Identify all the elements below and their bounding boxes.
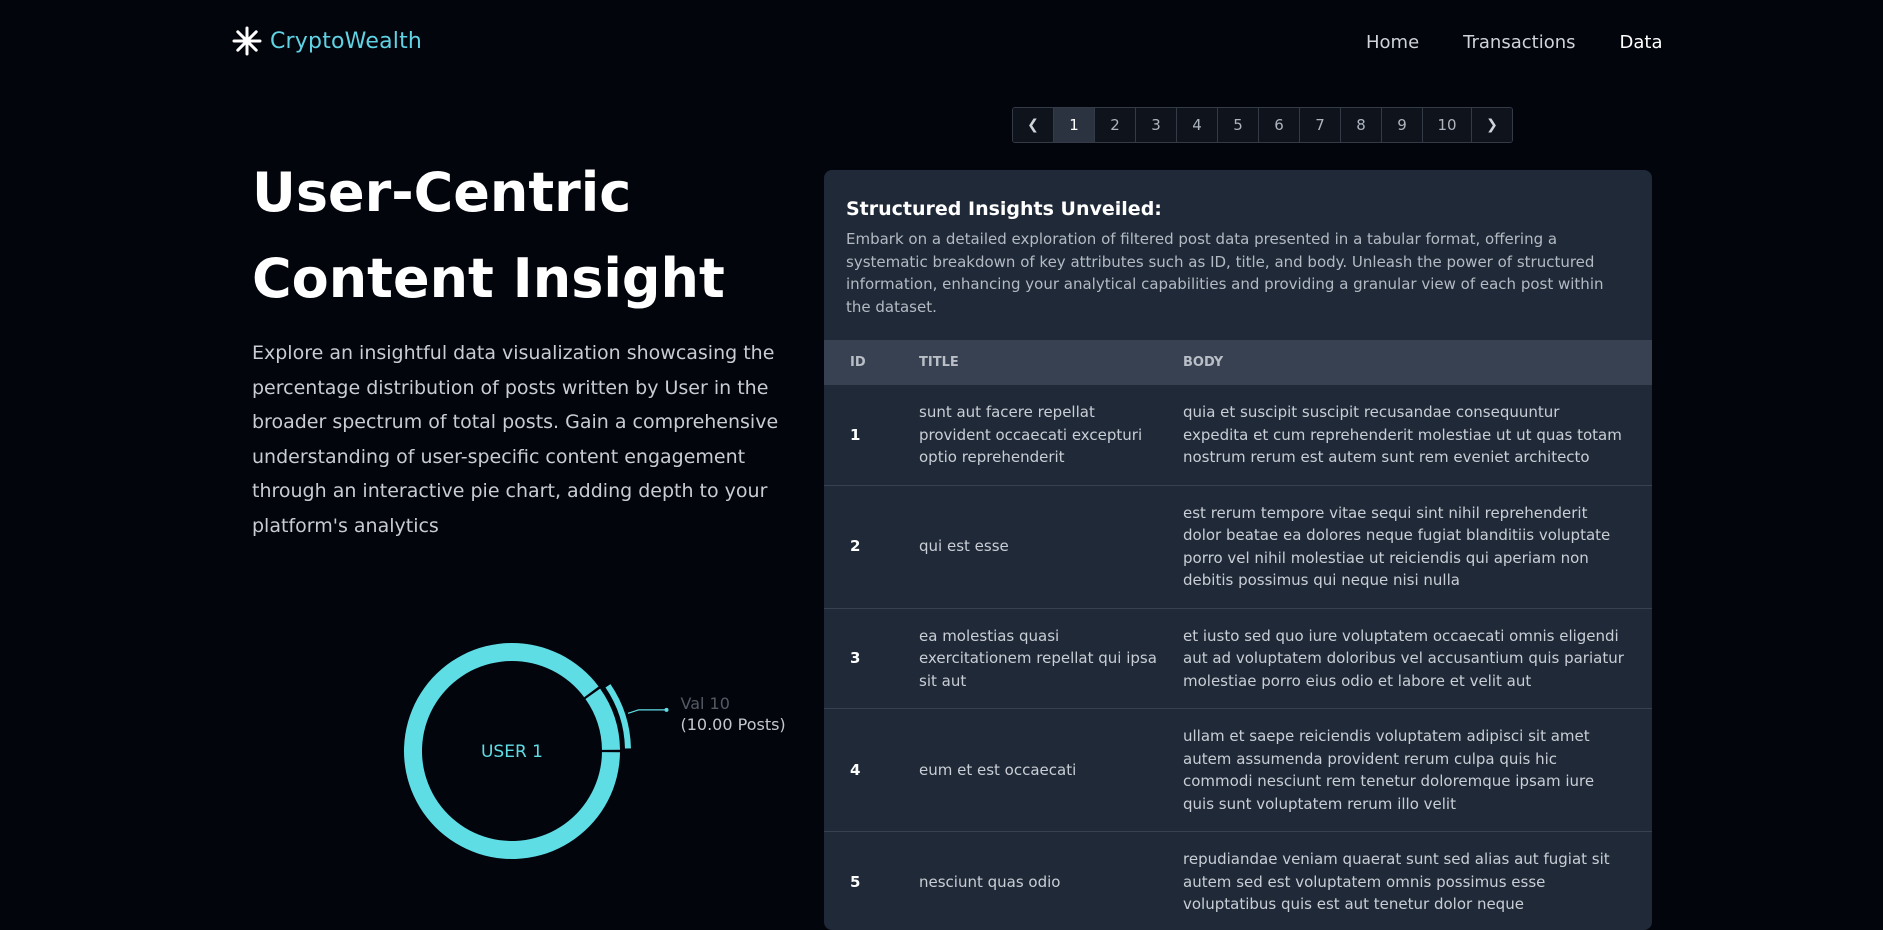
pagination-page-2[interactable]: 2 [1095,108,1136,142]
pagination-page-9[interactable]: 9 [1382,108,1423,142]
user-posts-pie-chart[interactable]: Val 10 (10.00 Posts) USER 1 [380,615,830,883]
brand-logo[interactable]: CryptoWealth [232,26,422,56]
pie-label-dot [664,708,668,712]
cell-id: 1 [824,385,893,486]
hero-description: Explore an insightful data visualization… [252,336,792,543]
pie-center-label: USER 1 [481,742,543,762]
table-header-row: ID TITLE BODY [824,340,1652,385]
pie-slice-label: Val 10 [680,694,729,713]
pagination-page-6[interactable]: 6 [1259,108,1300,142]
column-header-body[interactable]: BODY [1157,340,1652,385]
column-header-title[interactable]: TITLE [893,340,1157,385]
pie-label-connector [628,710,666,713]
table-row[interactable]: 5 nesciunt quas odio repudiandae veniam … [824,832,1652,930]
pagination-page-4[interactable]: 4 [1177,108,1218,142]
page-title-line2: Content Insight [252,247,725,310]
pagination-page-5[interactable]: 5 [1218,108,1259,142]
nav-data-link[interactable]: Data [1620,32,1663,53]
pagination-page-7[interactable]: 7 [1300,108,1341,142]
brand-name: CryptoWealth [270,29,422,54]
cell-body: ullam et saepe reiciendis voluptatem adi… [1157,709,1652,832]
table-row[interactable]: 3 ea molestias quasi exercitationem repe… [824,608,1652,709]
cell-id: 5 [824,832,893,930]
pagination-page-1[interactable]: 1 [1054,108,1095,142]
nav-home-link[interactable]: Home [1366,32,1419,53]
cell-id: 2 [824,485,893,608]
cell-title: eum et est occaecati [893,709,1157,832]
pagination-prev-button[interactable]: ❮ [1013,108,1054,142]
page-title: User-Centric Content Insight [252,150,772,322]
pagination-page-8[interactable]: 8 [1341,108,1382,142]
pagination-next-button[interactable]: ❯ [1472,108,1512,142]
cell-body: repudiandae veniam quaerat sunt sed alia… [1157,832,1652,930]
cell-id: 4 [824,709,893,832]
nav-transactions-link[interactable]: Transactions [1463,32,1575,53]
column-header-id[interactable]: ID [824,340,893,385]
main-nav: Home Transactions Data [1366,32,1663,53]
cell-title: sunt aut facere repellat provident occae… [893,385,1157,486]
pie-slice-detail: (10.00 Posts) [680,715,785,734]
posts-table: ID TITLE BODY 1 sunt aut facere repellat… [824,340,1652,930]
cell-title: nesciunt quas odio [893,832,1157,930]
cell-title: qui est esse [893,485,1157,608]
table-row[interactable]: 1 sunt aut facere repellat provident occ… [824,385,1652,486]
page-title-line1: User-Centric [252,161,631,224]
cell-title: ea molestias quasi exercitationem repell… [893,608,1157,709]
asterisk-logo-icon [232,26,262,56]
posts-table-title: Structured Insights Unveiled: [846,198,1630,220]
table-row[interactable]: 2 qui est esse est rerum tempore vitae s… [824,485,1652,608]
table-row[interactable]: 4 eum et est occaecati ullam et saepe re… [824,709,1652,832]
chevron-right-icon: ❯ [1486,117,1498,133]
cell-body: quia et suscipit suscipit recusandae con… [1157,385,1652,486]
posts-table-card: Structured Insights Unveiled: Embark on … [824,170,1652,930]
cell-body: est rerum tempore vitae sequi sint nihil… [1157,485,1652,608]
pagination: ❮ 1 2 3 4 5 6 7 8 9 10 ❯ [1012,107,1513,143]
pagination-page-10[interactable]: 10 [1423,108,1472,142]
cell-id: 3 [824,608,893,709]
chevron-left-icon: ❮ [1027,117,1039,133]
posts-table-description: Embark on a detailed exploration of filt… [846,228,1630,318]
pagination-page-3[interactable]: 3 [1136,108,1177,142]
cell-body: et iusto sed quo iure voluptatem occaeca… [1157,608,1652,709]
posts-table-header: Structured Insights Unveiled: Embark on … [824,170,1652,340]
